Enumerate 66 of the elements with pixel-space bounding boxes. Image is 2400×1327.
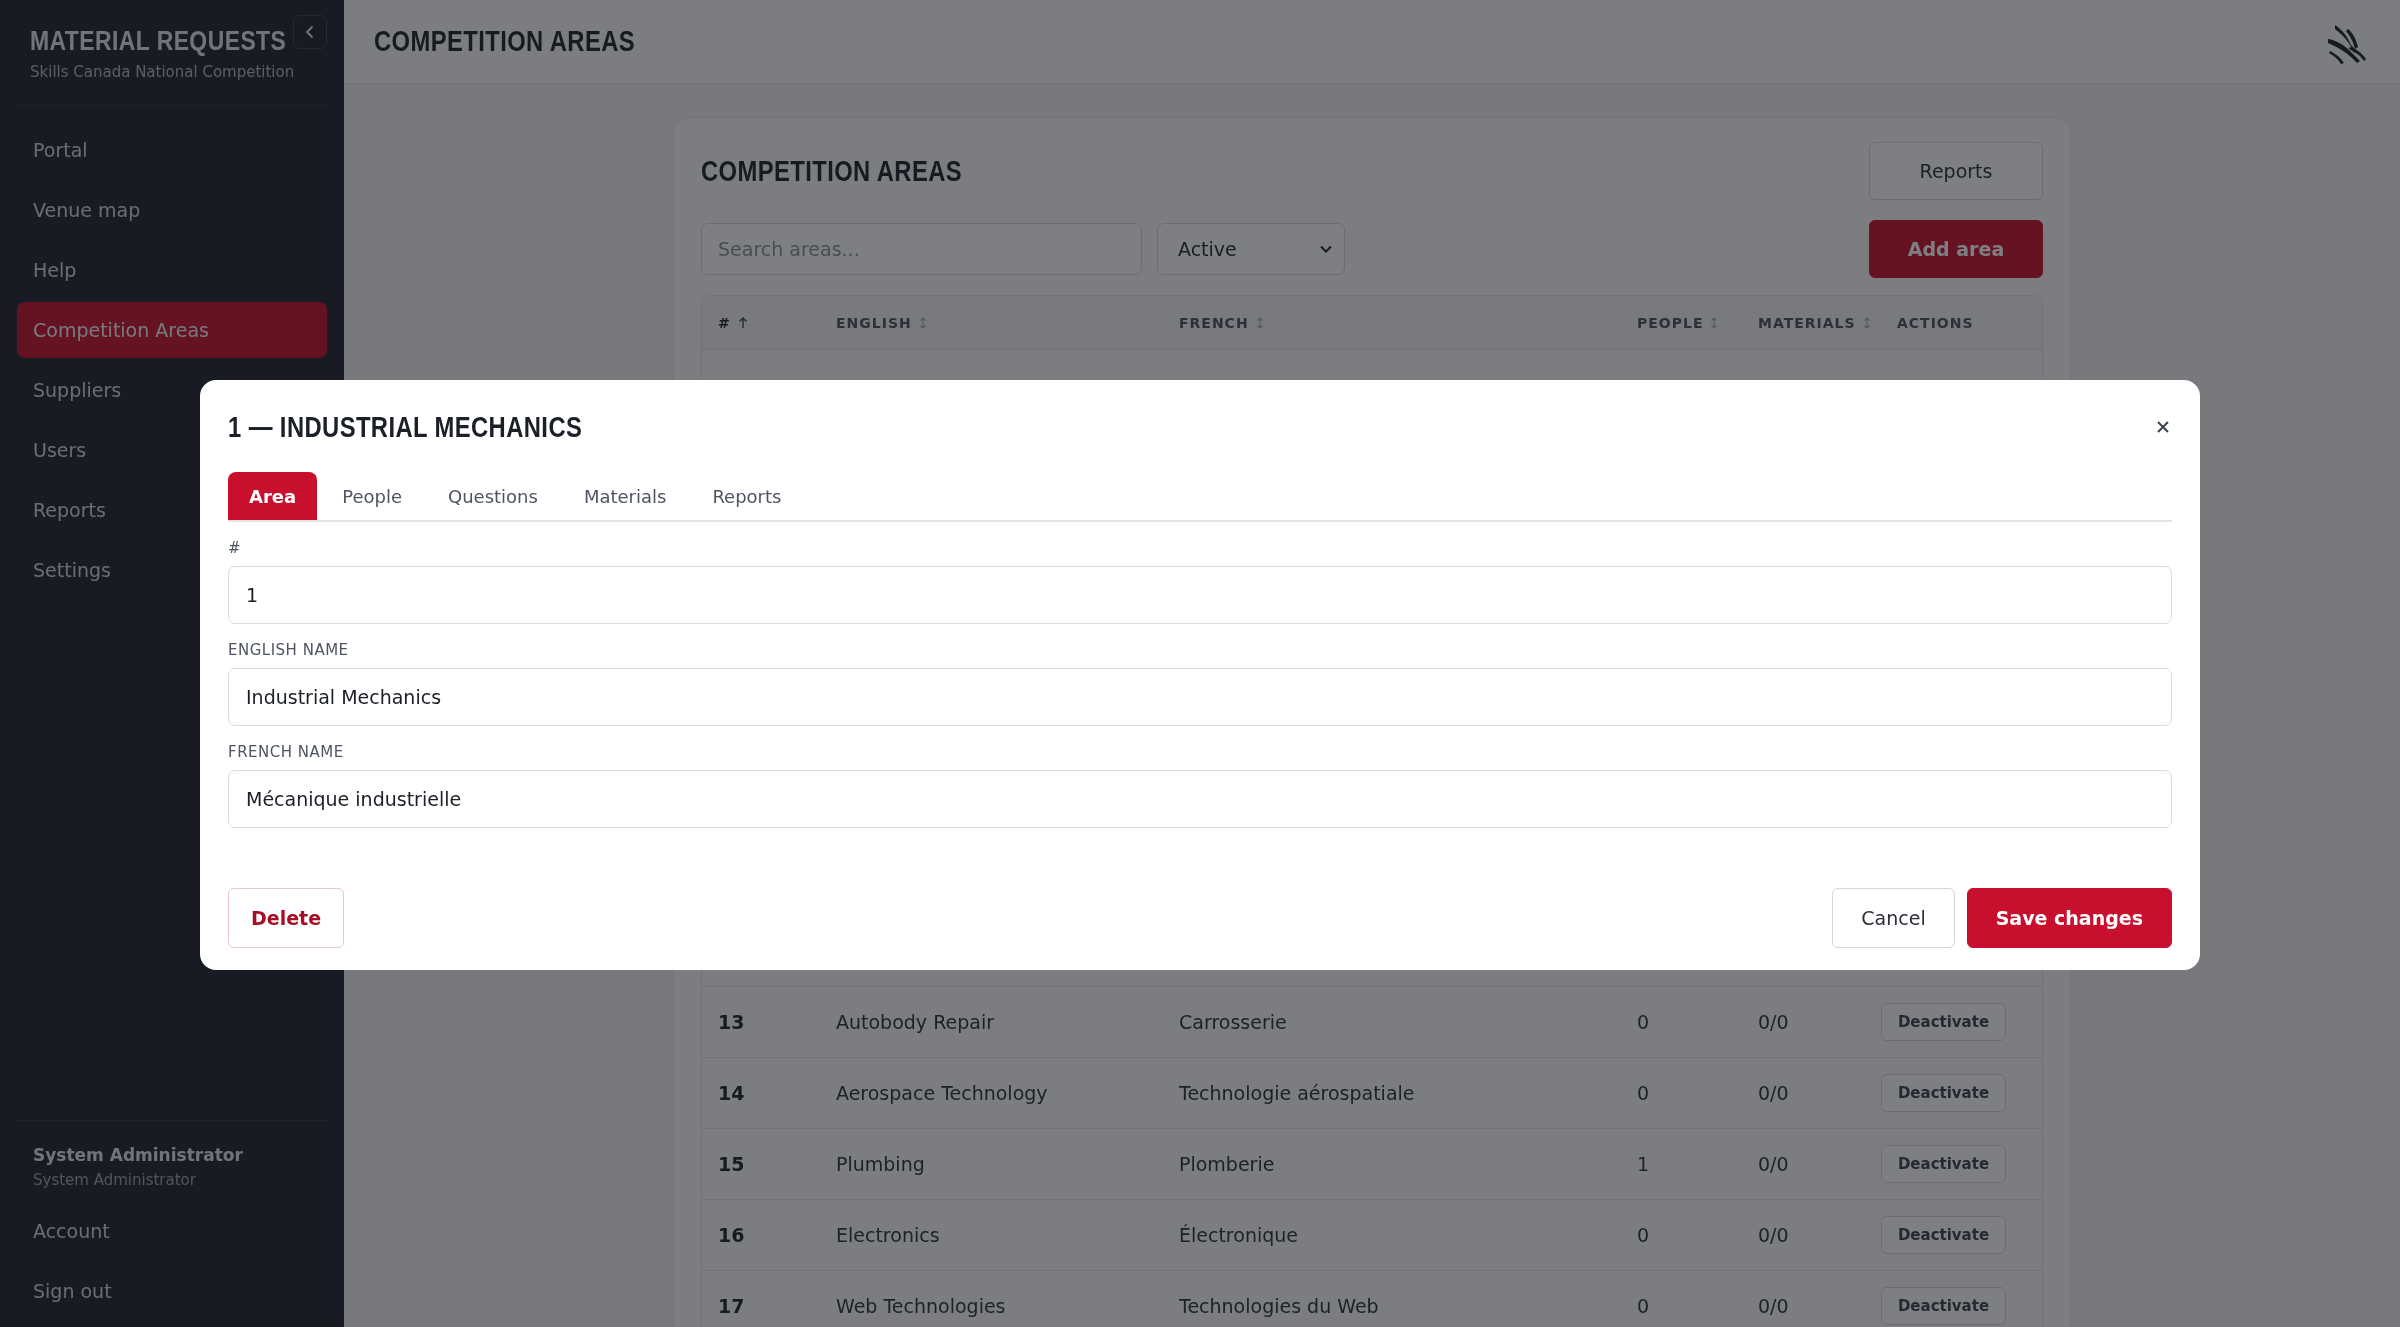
- table-cell-text: 0: [1636, 1295, 1651, 1317]
- deactivate-button[interactable]: Deactivate: [1881, 1074, 2006, 1112]
- tab[interactable]: Questions: [427, 472, 559, 520]
- deactivate-button[interactable]: Deactivate: [1881, 1145, 2006, 1183]
- table-cell-text: Plumbing: [835, 1153, 926, 1175]
- table-cell-text: 0/0: [1757, 1153, 1790, 1175]
- table-cell-text: 0/0: [1757, 1082, 1790, 1104]
- table-cell-text: 0/0: [1757, 1295, 1790, 1317]
- table-cell-text: 16: [717, 1224, 746, 1246]
- column-header[interactable]: #: [718, 314, 731, 331]
- section-title: COMPETITION AREAS: [701, 154, 963, 188]
- table-cell-text: 0: [1636, 1224, 1651, 1246]
- table-cell-text: Plomberie: [1178, 1153, 1276, 1175]
- nav-item[interactable]: Portal: [17, 122, 327, 178]
- page-title: COMPETITION AREAS: [374, 25, 636, 58]
- nav-item[interactable]: Account: [17, 1201, 327, 1261]
- status-dropdown[interactable]: Active: [1157, 223, 1345, 275]
- tab[interactable]: Reports: [691, 472, 803, 520]
- delete-button[interactable]: Delete: [228, 888, 345, 948]
- reports-button[interactable]: Reports: [1869, 142, 2043, 200]
- input-field[interactable]: 1: [228, 566, 2172, 624]
- deactivate-button[interactable]: Deactivate: [1881, 1216, 2006, 1254]
- table-cell-text: Électronique: [1178, 1224, 1299, 1246]
- tab[interactable]: People: [321, 472, 423, 520]
- user-role: System Administrator: [33, 1171, 197, 1189]
- table-cell-text: 15: [717, 1153, 746, 1175]
- table-cell-text: Aerospace Technology: [835, 1082, 1049, 1104]
- nav-item[interactable]: Competition Areas: [17, 302, 327, 358]
- user-name: System Administrator: [33, 1145, 244, 1165]
- table-cell-text: Carrosserie: [1178, 1011, 1288, 1033]
- tab[interactable]: Area: [228, 472, 318, 520]
- table-cell-text: 0: [1636, 1082, 1651, 1104]
- table-cell-text: Technologies du Web: [1178, 1295, 1380, 1317]
- table-cell-text: 0/0: [1757, 1224, 1790, 1246]
- input-field[interactable]: Industrial Mechanics: [228, 668, 2172, 726]
- table-cell-text: 0/0: [1757, 1011, 1790, 1033]
- table-cell-text: Electronics: [835, 1224, 941, 1246]
- tab[interactable]: Materials: [562, 472, 688, 520]
- nav-item[interactable]: Sign out: [17, 1261, 327, 1321]
- column-header[interactable]: ACTIONS: [1897, 314, 1974, 331]
- table-cell-text: 1: [1636, 1153, 1651, 1175]
- save-button[interactable]: Save changes: [1966, 888, 2172, 948]
- table-cell-text: 13: [717, 1011, 746, 1033]
- dialog-title: 1 — INDUSTRIAL MECHANICS: [228, 410, 583, 444]
- column-header[interactable]: ENGLISH: [836, 314, 912, 331]
- table-cell-text: Autobody Repair: [835, 1011, 995, 1033]
- nav-item[interactable]: Help: [17, 242, 327, 298]
- nav-item[interactable]: Venue map: [17, 182, 327, 238]
- field-label: #: [228, 539, 243, 557]
- table-cell-text: Technologie aérospatiale: [1178, 1082, 1416, 1104]
- deactivate-button[interactable]: Deactivate: [1881, 1003, 2006, 1041]
- input-field[interactable]: Mécanique industrielle: [228, 770, 2172, 828]
- column-header[interactable]: PEOPLE: [1637, 314, 1704, 331]
- deactivate-button[interactable]: Deactivate: [1881, 1287, 2006, 1325]
- table-cell-text: 14: [717, 1082, 746, 1104]
- table-cell-text: Web Technologies: [835, 1295, 1007, 1317]
- cancel-button[interactable]: Cancel: [1832, 888, 1955, 948]
- column-header[interactable]: MATERIALS: [1758, 314, 1856, 331]
- app-title: MATERIAL REQUESTS: [30, 26, 287, 57]
- add-area-button[interactable]: Add area: [1869, 220, 2043, 278]
- table-cell-text: 0: [1636, 1011, 1651, 1033]
- column-header[interactable]: FRENCH: [1179, 314, 1249, 331]
- table-cell-text: 17: [717, 1295, 746, 1317]
- field-label: ENGLISH NAME: [228, 641, 350, 659]
- app-subtitle: Skills Canada National Competition: [30, 63, 296, 81]
- field-label: FRENCH NAME: [228, 743, 345, 761]
